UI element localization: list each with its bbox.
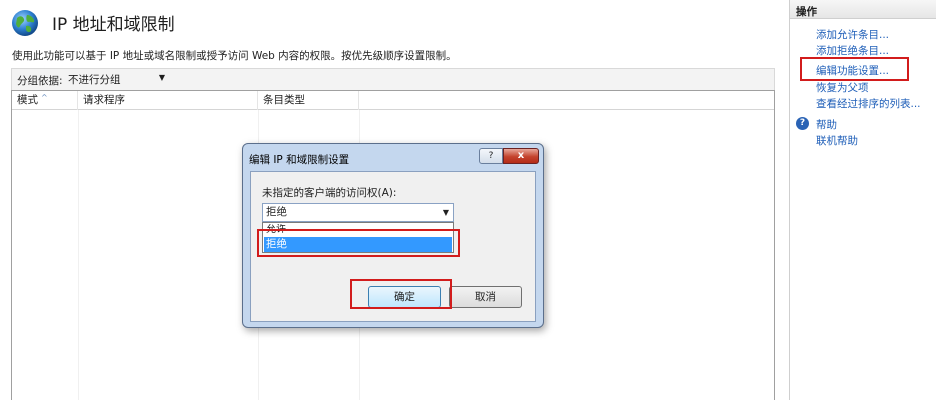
dialog-close-button[interactable]: x xyxy=(503,148,539,164)
chevron-down-icon: ▼ xyxy=(442,208,449,217)
dialog-title: 编辑 IP 和域限制设置 xyxy=(249,154,350,166)
column-label: 模式 xyxy=(17,94,38,106)
column-header-requester[interactable]: 请求程序 xyxy=(78,91,258,110)
group-by-select[interactable]: 不进行分组 ▼ xyxy=(65,72,169,87)
chevron-down-icon: ▼ xyxy=(158,73,165,82)
cancel-button[interactable]: 取消 xyxy=(449,286,522,308)
dialog-help-button[interactable]: ? xyxy=(479,148,503,164)
page-title: IP 地址和域限制 xyxy=(52,15,175,35)
column-divider xyxy=(78,110,79,400)
online-help-link[interactable]: 联机帮助 xyxy=(816,133,858,148)
help-link[interactable]: 帮助 xyxy=(816,117,837,132)
list-header: 模式 ^ 请求程序 条目类型 xyxy=(12,91,774,110)
globe-icon xyxy=(12,10,38,36)
revert-to-parent-link[interactable]: 恢复为父项 xyxy=(816,80,869,95)
dialog-titlebar[interactable]: 编辑 IP 和域限制设置 ? x xyxy=(243,144,543,169)
add-allow-entry-link[interactable]: 添加允许条目... xyxy=(816,27,889,42)
column-header-mode[interactable]: 模式 ^ xyxy=(12,91,78,110)
group-by-label: 分组依据: xyxy=(17,75,63,87)
view-ordered-list-link[interactable]: 查看经过排序的列表... xyxy=(816,96,921,111)
add-deny-entry-link[interactable]: 添加拒绝条目... xyxy=(816,43,889,58)
actions-title: 操作 xyxy=(796,6,817,18)
group-toolbar: 分组依据: 不进行分组 ▼ xyxy=(11,68,775,90)
access-label: 未指定的客户端的访问权(A): xyxy=(262,187,397,199)
actions-header: 操作 xyxy=(790,0,936,19)
annotation-highlight-box xyxy=(800,57,909,81)
annotation-highlight-box xyxy=(350,279,452,309)
group-by-value: 不进行分组 xyxy=(68,74,121,86)
page-description: 使用此功能可以基于 IP 地址或域名限制或授予访问 Web 内容的权限。按优先级… xyxy=(12,50,457,62)
annotation-highlight-box xyxy=(257,229,460,257)
help-icon: ? xyxy=(796,117,809,130)
access-selected-value: 拒绝 xyxy=(266,206,287,218)
access-select[interactable]: 拒绝 ▼ xyxy=(262,203,454,222)
sort-up-icon: ^ xyxy=(41,93,48,102)
column-header-entry-type[interactable]: 条目类型 xyxy=(258,91,359,110)
